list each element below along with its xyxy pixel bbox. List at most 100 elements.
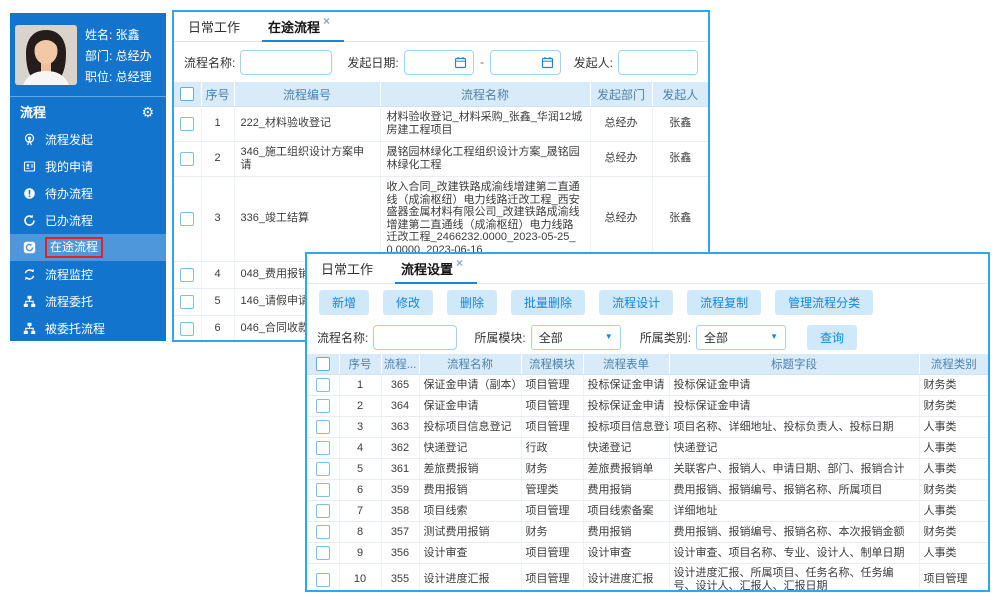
profile-info: 姓名: 张鑫 部门: 总经办 职位: 总经理 xyxy=(85,25,152,88)
cell-serial: 7 xyxy=(339,501,381,522)
sidebar-item-my-applications[interactable]: 我的申请 xyxy=(10,153,166,180)
close-icon[interactable]: × xyxy=(456,257,463,269)
table-row: 3 336_竣工结算 收入合同_改建铁路成渝线增建第二直通线（成渝枢纽）电力线路… xyxy=(174,176,708,261)
sidebar-item-delegated-flows[interactable]: 被委托流程 xyxy=(10,315,166,342)
row-checkbox[interactable] xyxy=(316,399,330,413)
cell-flow-name: 测试费用报销 xyxy=(419,522,521,543)
sidebar-item-label: 已办流程 xyxy=(45,212,93,229)
tab-flow-settings[interactable]: 流程设置 × xyxy=(401,254,463,283)
select-all-checkbox[interactable] xyxy=(316,357,330,371)
tab-bar: 日常工作 流程设置 × xyxy=(307,254,988,284)
select-all-checkbox[interactable] xyxy=(180,87,194,101)
cell-flow-name: 费用报销 xyxy=(419,480,521,501)
profile-department: 部门: 总经办 xyxy=(85,46,152,67)
row-checkbox[interactable] xyxy=(316,483,330,497)
col-flow-category: 流程类别 xyxy=(919,354,988,375)
cell-initiator: 张鑫 xyxy=(652,141,708,176)
cell-flow-module: 项目管理 xyxy=(521,501,583,522)
tab-in-transit-flows[interactable]: 在途流程 × xyxy=(268,12,330,41)
date-from-input[interactable] xyxy=(404,50,474,75)
cell-serial: 3 xyxy=(201,176,234,261)
sync-icon xyxy=(23,268,36,281)
cell-flow-category: 财务类 xyxy=(919,480,988,501)
modify-button[interactable]: 修改 xyxy=(383,290,433,315)
flow-copy-button[interactable]: 流程复制 xyxy=(687,290,761,315)
category-select-value: 全部 xyxy=(704,329,728,346)
col-initiator: 发起人 xyxy=(652,82,708,107)
cell-flow-name: 投标项目信息登记 xyxy=(419,417,521,438)
cell-flow-module: 管理类 xyxy=(521,480,583,501)
row-checkbox[interactable] xyxy=(316,504,330,518)
cell-serial: 8 xyxy=(339,522,381,543)
cell-flow-name: 晟铭园林绿化工程组织设计方案_晟铭园林绿化工程 xyxy=(380,141,590,176)
add-button[interactable]: 新增 xyxy=(319,290,369,315)
cell-flow-category: 人事类 xyxy=(919,417,988,438)
flow-name-input[interactable] xyxy=(240,50,332,75)
row-checkbox[interactable] xyxy=(316,573,330,587)
flow-name-label: 流程名称: xyxy=(184,54,235,71)
row-checkbox[interactable] xyxy=(316,441,330,455)
close-icon[interactable]: × xyxy=(323,15,330,27)
row-checkbox[interactable] xyxy=(316,546,330,560)
module-select[interactable]: 全部 ▼ xyxy=(531,325,621,350)
cell-flow-name: 设计审查 xyxy=(419,543,521,564)
row-checkbox[interactable] xyxy=(180,295,194,309)
cell-title-fields: 费用报销、报销编号、报销名称、所属项目 xyxy=(669,480,919,501)
flow-design-button[interactable]: 流程设计 xyxy=(599,290,673,315)
tab-label: 日常工作 xyxy=(188,17,240,36)
desktop: 姓名: 张鑫 部门: 总经办 职位: 总经理 流程 ⚙ 流程发起 我的申请 xyxy=(0,0,1000,600)
col-flow-name: 流程名称 xyxy=(419,354,521,375)
filter-bar: 流程名称: 所属模块: 全部 ▼ 所属类别: 全部 ▼ 查询 xyxy=(307,320,988,354)
cell-flow-name: 项目线索 xyxy=(419,501,521,522)
cell-title-fields: 投标保证金申请 xyxy=(669,375,919,396)
flow-name-input[interactable] xyxy=(373,325,457,350)
initiator-input[interactable] xyxy=(618,50,698,75)
batch-delete-button[interactable]: 批量删除 xyxy=(511,290,585,315)
sidebar-item-todo-flows[interactable]: 待办流程 xyxy=(10,180,166,207)
cell-flow-name: 设计进度汇报 xyxy=(419,564,521,593)
cell-flow-form: 差旅费报销单 xyxy=(583,459,669,480)
cell-flow-category: 财务类 xyxy=(919,522,988,543)
date-to-input[interactable] xyxy=(490,50,560,75)
module-label: 所属模块: xyxy=(474,329,525,346)
sidebar-item-flow-start[interactable]: 流程发起 xyxy=(10,126,166,153)
sidebar-item-flow-monitor[interactable]: 流程监控 xyxy=(10,261,166,288)
cell-flow-module: 项目管理 xyxy=(521,564,583,593)
cell-flow-form: 快递登记 xyxy=(583,438,669,459)
row-checkbox[interactable] xyxy=(180,212,194,226)
category-select[interactable]: 全部 ▼ xyxy=(696,325,786,350)
sitemap-icon xyxy=(23,295,36,308)
user-profile: 姓名: 张鑫 部门: 总经办 职位: 总经理 xyxy=(10,13,166,96)
row-checkbox[interactable] xyxy=(180,322,194,336)
header-select-cell xyxy=(307,354,339,375)
row-checkbox[interactable] xyxy=(180,117,194,131)
cell-flow-form: 设计审查 xyxy=(583,543,669,564)
table-row: 6 359 费用报销 管理类 费用报销 费用报销、报销编号、报销名称、所属项目 … xyxy=(307,480,988,501)
sidebar-item-done-flows[interactable]: 已办流程 xyxy=(10,207,166,234)
cell-flow-code: 364 xyxy=(381,396,419,417)
row-checkbox[interactable] xyxy=(180,152,194,166)
cell-flow-module: 项目管理 xyxy=(521,417,583,438)
col-dept: 发起部门 xyxy=(590,82,652,107)
tab-daily-work[interactable]: 日常工作 xyxy=(188,12,240,41)
row-checkbox[interactable] xyxy=(316,378,330,392)
row-checkbox[interactable] xyxy=(316,420,330,434)
query-button[interactable]: 查询 xyxy=(807,325,857,350)
sidebar-item-in-transit-flows[interactable]: 在途流程 xyxy=(10,234,166,261)
cell-serial: 4 xyxy=(339,438,381,459)
tab-daily-work[interactable]: 日常工作 xyxy=(321,254,373,283)
filter-bar: 流程名称: 发起日期: - 发起人: xyxy=(174,42,708,82)
row-checkbox[interactable] xyxy=(316,462,330,476)
table-row: 10 355 设计进度汇报 项目管理 设计进度汇报 设计进度汇报、所属项目、任务… xyxy=(307,564,988,593)
calendar-icon xyxy=(541,56,554,69)
table-row: 7 358 项目线索 项目管理 项目线索备案 详细地址 人事类 xyxy=(307,501,988,522)
sidebar-section-header: 流程 ⚙ xyxy=(10,96,166,126)
row-checkbox[interactable] xyxy=(316,525,330,539)
manage-flow-category-button[interactable]: 管理流程分类 xyxy=(775,290,873,315)
sidebar-item-label: 我的申请 xyxy=(45,158,93,175)
row-checkbox[interactable] xyxy=(180,268,194,282)
delete-button[interactable]: 删除 xyxy=(447,290,497,315)
cell-title-fields: 设计进度汇报、所属项目、任务名称、任务编号、设计人、汇报人、汇报日期 xyxy=(669,564,919,593)
sidebar-item-flow-delegate[interactable]: 流程委托 xyxy=(10,288,166,315)
gear-icon[interactable]: ⚙ xyxy=(141,105,154,119)
